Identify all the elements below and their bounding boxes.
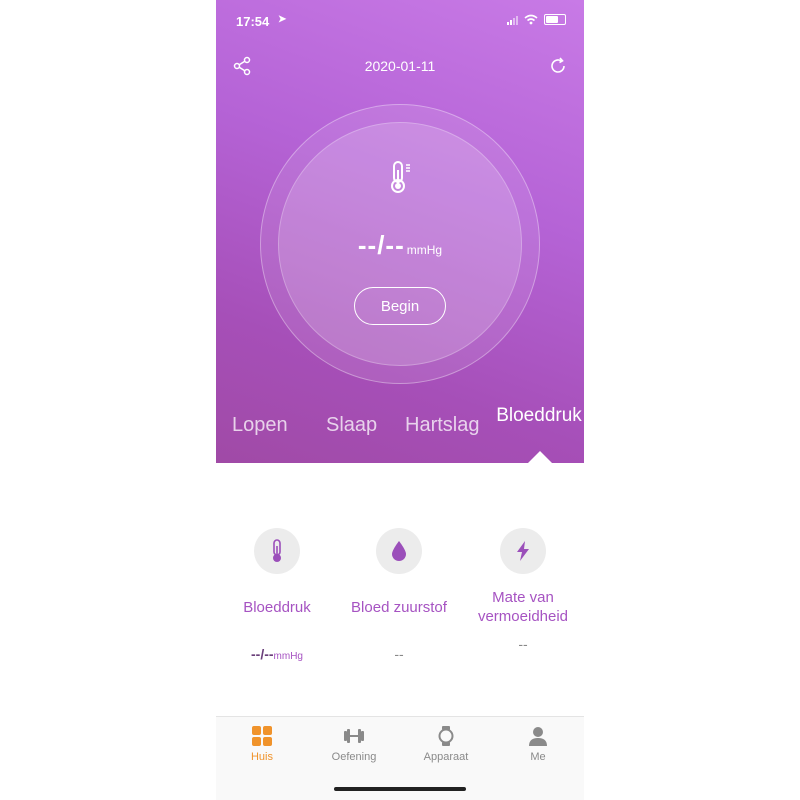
hero-panel: 17:54 ➤ 2020-01-11 --/-- mmHg Begin Lope… (216, 0, 584, 463)
metric-label: Mate van vermoeidheid (477, 589, 569, 625)
top-bar: 2020-01-11 (216, 50, 584, 84)
lightning-icon (500, 528, 546, 574)
status-icons (507, 14, 566, 25)
location-arrow-icon: ➤ (278, 14, 287, 25)
battery-icon (544, 14, 566, 25)
begin-button[interactable]: Begin (354, 287, 446, 325)
tabbar-label: Apparaat (423, 751, 469, 763)
tab-slaap[interactable]: Slaap (326, 414, 377, 437)
tab-hartslag[interactable]: Hartslag (405, 414, 479, 437)
tabbar-label: Huis (250, 751, 273, 763)
thermometer-icon (254, 528, 300, 574)
reading-unit: mmHg (406, 243, 443, 257)
active-tab-pointer (528, 451, 552, 463)
tab-bloeddruk[interactable]: Bloeddruk (494, 404, 584, 428)
signal-icon (507, 15, 518, 25)
tabbar-item-huis[interactable]: Huis (222, 725, 302, 763)
home-indicator (334, 787, 466, 791)
drop-icon (376, 528, 422, 574)
metric-unit: mmHg (273, 651, 303, 662)
status-bar: 17:54 ➤ (216, 0, 584, 44)
metric-blood-oxygen[interactable]: Bloed zuurstof -- (338, 528, 460, 662)
blood-pressure-reading: --/-- mmHg (216, 230, 584, 261)
grid-icon (252, 726, 272, 746)
reading-value: --/-- (357, 230, 405, 260)
tabbar-item-me[interactable]: Me (498, 725, 578, 763)
wifi-icon (524, 14, 538, 25)
metric-value: -- (394, 646, 404, 662)
metric-label: Bloeddruk (243, 599, 311, 616)
phone-screen: 17:54 ➤ 2020-01-11 --/-- mmHg Begin Lope… (216, 0, 584, 800)
dumbbell-icon (344, 729, 364, 743)
metric-blood-pressure[interactable]: Bloeddruk --/--mmHg (216, 528, 338, 662)
thermometer-icon (391, 161, 410, 193)
metric-value: --/--mmHg (216, 646, 338, 662)
metric-value: -- (518, 636, 528, 652)
tabbar-label: Me (530, 751, 546, 763)
refresh-icon[interactable] (548, 56, 568, 76)
tab-lopen[interactable]: Lopen (232, 414, 288, 437)
metric-fatigue[interactable]: Mate van vermoeidheid -- (462, 528, 584, 652)
date-title[interactable]: 2020-01-11 (216, 58, 584, 74)
tabbar-item-apparaat[interactable]: Apparaat (406, 725, 486, 763)
tabbar-item-oefening[interactable]: Oefening (314, 725, 394, 763)
watch-icon (438, 726, 454, 746)
person-icon (529, 727, 547, 746)
metric-value-text: --/-- (251, 646, 274, 662)
status-time: 17:54 (236, 14, 270, 29)
tabbar-label: Oefening (331, 751, 377, 763)
metric-label: Bloed zuurstof (351, 599, 447, 616)
